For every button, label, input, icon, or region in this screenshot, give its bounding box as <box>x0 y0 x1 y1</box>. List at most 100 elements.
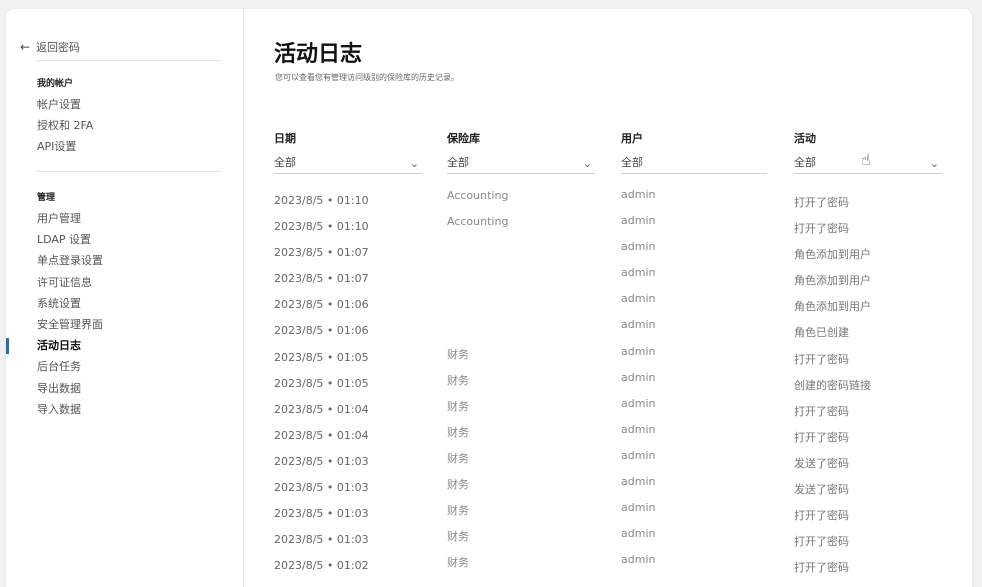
row-vault: 财务 <box>447 347 469 361</box>
row-vault: 财务 <box>447 556 469 570</box>
table-row: 2023/8/5 • 01:10 Accounting admin 打开了密码 <box>274 187 954 213</box>
row-user: admin <box>621 370 656 384</box>
row-activity: 打开了密码 <box>794 561 849 575</box>
active-item-indicator <box>6 338 9 354</box>
row-date: 2023/8/5 • 01:07 <box>274 246 369 260</box>
back-to-passwords-link[interactable]: ← 返回密码 <box>20 39 80 55</box>
sidebar-item-background-jobs[interactable]: 后台任务 <box>37 356 103 377</box>
row-date: 2023/8/5 • 01:04 <box>274 402 369 416</box>
row-date: 2023/8/5 • 01:05 <box>274 350 369 364</box>
row-date: 2023/8/5 • 01:03 <box>274 454 369 468</box>
table-row: 2023/8/5 • 01:07 admin 角色添加到用户 <box>274 265 954 291</box>
arrow-left-icon: ← <box>20 40 31 54</box>
row-activity: 角色已创建 <box>794 326 849 340</box>
sidebar: ← 返回密码 我的帐户 帐户设置 授权和 2FA API设置 管理 用户管理 L… <box>6 9 244 587</box>
row-activity: 打开了密码 <box>794 404 849 418</box>
row-date: 2023/8/5 • 01:03 <box>274 533 369 547</box>
app-window: ← 返回密码 我的帐户 帐户设置 授权和 2FA API设置 管理 用户管理 L… <box>6 9 972 587</box>
column-header-user: 用户 <box>621 132 643 145</box>
row-vault: 财务 <box>447 478 469 492</box>
row-user: admin <box>621 448 656 462</box>
row-date: 2023/8/5 • 01:03 <box>274 507 369 521</box>
sidebar-item-ldap-settings[interactable]: LDAP 设置 <box>37 229 103 250</box>
row-date: 2023/8/5 • 01:07 <box>274 272 369 286</box>
account-section-title: 我的帐户 <box>37 79 74 89</box>
table-row: 2023/8/5 • 01:03 财务 admin 打开了密码 <box>274 500 954 526</box>
row-user: admin <box>621 188 656 201</box>
column-header-activity: 活动 <box>794 132 816 145</box>
row-user: admin <box>621 318 656 332</box>
table-row: 2023/8/5 • 01:03 财务 admin 发送了密码 <box>274 448 954 474</box>
row-date: 2023/8/5 • 01:06 <box>274 324 369 338</box>
sidebar-item-import-data[interactable]: 导入数据 <box>37 399 103 420</box>
column-header-vault: 保险库 <box>447 132 480 145</box>
table-row: 2023/8/5 • 01:06 admin 角色已创建 <box>274 317 954 343</box>
row-date: 2023/8/5 • 01:10 <box>274 194 369 207</box>
main-content: 活动日志 您可以查看您有管理访问级别的保险库的历史记录。 日期 保险库 用户 活… <box>274 9 972 587</box>
table-row: 2023/8/5 • 01:04 财务 admin 打开了密码 <box>274 422 954 448</box>
table-row: 2023/8/5 • 01:06 admin 角色添加到用户 <box>274 291 954 317</box>
user-filter-value: 全部 <box>621 156 643 169</box>
column-header-date: 日期 <box>274 132 296 145</box>
sidebar-item-account-settings[interactable]: 帐户设置 <box>37 94 93 115</box>
row-user: admin <box>621 214 656 228</box>
sidebar-item-security-admin[interactable]: 安全管理界面 <box>37 314 103 335</box>
row-user: admin <box>621 475 656 489</box>
sidebar-divider <box>36 60 221 61</box>
date-filter-value: 全部 <box>274 156 296 169</box>
chevron-down-icon: ⌄ <box>582 157 592 170</box>
sidebar-item-license-info[interactable]: 许可证信息 <box>37 272 103 293</box>
activity-log-table: 2023/8/5 • 01:10 Accounting admin 打开了密码 2023… <box>274 187 954 578</box>
row-vault: 财务 <box>447 399 469 413</box>
row-activity: 打开了密码 <box>794 196 849 209</box>
table-row: 2023/8/5 • 01:05 财务 admin 创建的密码链接 <box>274 370 954 396</box>
sidebar-divider <box>36 171 221 172</box>
row-date: 2023/8/5 • 01:04 <box>274 428 369 442</box>
row-activity: 打开了密码 <box>794 509 849 523</box>
sidebar-item-export-data[interactable]: 导出数据 <box>37 378 103 399</box>
row-activity: 角色添加到用户 <box>794 248 871 262</box>
account-menu: 帐户设置 授权和 2FA API设置 <box>37 94 93 158</box>
row-activity: 角色添加到用户 <box>794 274 871 288</box>
row-user: admin <box>621 292 656 306</box>
row-activity: 打开了密码 <box>794 430 849 444</box>
chevron-down-icon: ⌄ <box>929 157 939 170</box>
row-user: admin <box>621 422 656 436</box>
row-activity: 打开了密码 <box>794 222 849 236</box>
table-row: 2023/8/5 • 01:02 财务 admin 打开了密码 <box>274 552 954 578</box>
date-filter-select[interactable]: 全部 ⌄ <box>274 152 422 174</box>
sidebar-item-auth-2fa[interactable]: 授权和 2FA <box>37 115 93 136</box>
sidebar-item-system-settings[interactable]: 系统设置 <box>37 293 103 314</box>
row-date: 2023/8/5 • 01:10 <box>274 220 369 234</box>
sidebar-item-activity-log[interactable]: 活动日志 <box>37 335 103 356</box>
row-date: 2023/8/5 • 01:02 <box>274 559 369 573</box>
activity-filter-value: 全部 <box>794 156 816 169</box>
row-activity: 打开了密码 <box>794 352 849 366</box>
row-user: admin <box>621 266 656 280</box>
row-user: admin <box>621 344 656 358</box>
row-date: 2023/8/5 • 01:03 <box>274 481 369 495</box>
vault-filter-value: 全部 <box>447 156 469 169</box>
table-row: 2023/8/5 • 01:07 admin 角色添加到用户 <box>274 239 954 265</box>
row-user: admin <box>621 501 656 515</box>
table-row: 2023/8/5 • 01:10 Accounting admin 打开了密码 <box>274 213 954 239</box>
sidebar-item-api-settings[interactable]: API设置 <box>37 136 93 157</box>
row-vault: 财务 <box>447 530 469 544</box>
page-title: 活动日志 <box>274 42 363 67</box>
chevron-down-icon: ⌄ <box>409 157 419 170</box>
sidebar-item-user-management[interactable]: 用户管理 <box>37 208 103 229</box>
row-vault: 财务 <box>447 425 469 439</box>
row-vault: 财务 <box>447 373 469 387</box>
sidebar-item-sso-settings[interactable]: 单点登录设置 <box>37 250 103 271</box>
user-filter-input[interactable]: 全部 <box>621 152 767 174</box>
table-row: 2023/8/5 • 01:03 财务 admin 打开了密码 <box>274 526 954 552</box>
row-vault: 财务 <box>447 504 469 518</box>
hand-pointer-icon: ☝ <box>861 150 871 169</box>
row-date: 2023/8/5 • 01:05 <box>274 376 369 390</box>
row-activity: 角色添加到用户 <box>794 300 871 314</box>
admin-section-title: 管理 <box>37 193 56 203</box>
row-user: admin <box>621 396 656 410</box>
vault-filter-select[interactable]: 全部 ⌄ <box>447 152 595 174</box>
row-user: admin <box>621 240 656 254</box>
back-link-label: 返回密码 <box>36 41 81 54</box>
